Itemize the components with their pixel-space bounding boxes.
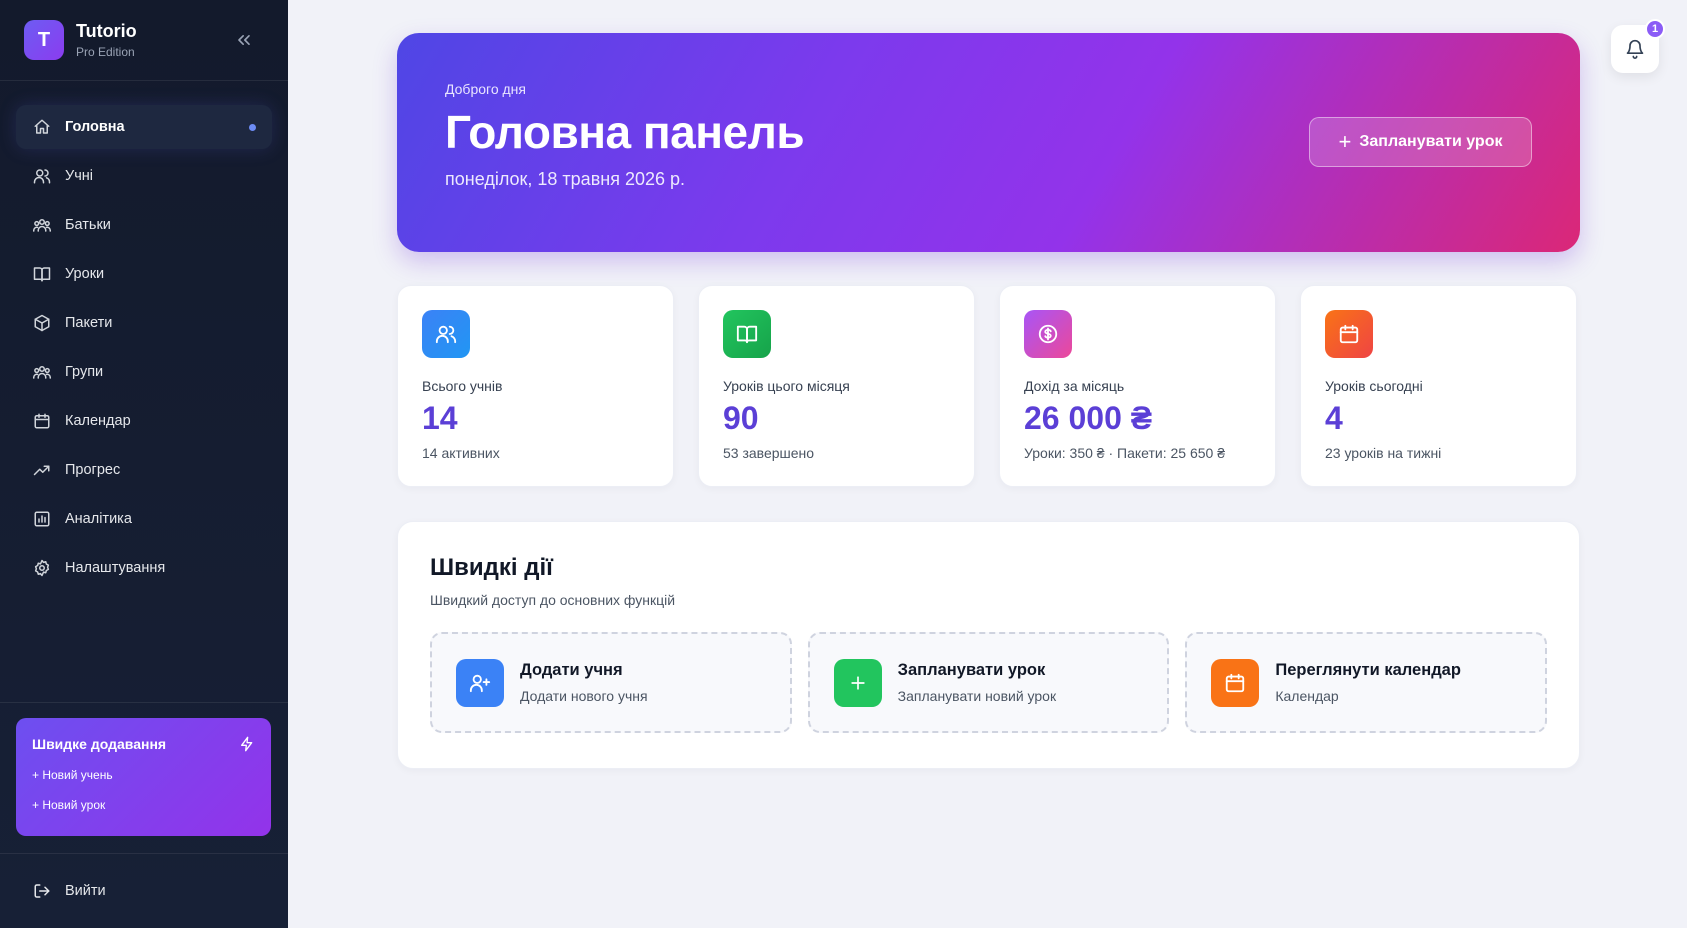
users-icon [33,167,51,185]
trending-up-icon [33,461,51,479]
sidebar-item-calendar[interactable]: Календар [16,399,272,443]
sidebar-item-students[interactable]: Учні [16,154,272,198]
logout-label: Вийти [65,883,106,899]
logout-icon [33,882,51,900]
stat-value: 26 000 ₴ [1024,400,1153,436]
quick-add-new-student[interactable]: + Новий учень [32,768,255,782]
sidebar-item-progress[interactable]: Прогрес [16,448,272,492]
book-icon [723,310,771,358]
sidebar-nav: Головна Учні Батьки Уроки Пакети Групи К… [0,81,288,590]
dollar-icon [1024,310,1072,358]
brand: T Tutorio Pro Edition [0,0,288,81]
sidebar-item-label: Батьки [65,217,111,233]
stat-subtext: 23 уроків на тижні [1325,445,1442,461]
stat-subtext: 14 активних [422,445,500,461]
quick-add-title: Швидке додавання [32,736,167,752]
lightning-icon [239,736,255,752]
sidebar-item-label: Аналітика [65,511,132,527]
sidebar-item-analytics[interactable]: Аналітика [16,497,272,541]
stat-value: 4 [1325,400,1343,436]
stat-label: Уроків сьогодні [1325,378,1423,394]
book-icon [33,265,51,283]
schedule-lesson-button[interactable]: + Запланувати урок [1309,117,1532,167]
add-student-action[interactable]: Додати учня Додати нового учня [430,632,792,733]
stat-value: 14 [422,400,458,436]
stat-card-lessons-today: Уроків сьогодні 4 23 уроків на тижні [1300,285,1577,487]
notification-count-badge: 1 [1645,19,1665,39]
quick-add-new-lesson[interactable]: + Новий урок [32,798,255,812]
sidebar-item-groups[interactable]: Групи [16,350,272,394]
bell-icon [1625,39,1645,59]
stat-subtext: Уроки: 350 ₴ · Пакети: 25 650 ₴ [1024,445,1225,461]
sidebar-item-label: Пакети [65,315,113,331]
action-title: Додати учня [520,661,623,679]
sidebar-item-label: Уроки [65,266,105,282]
notifications-button[interactable]: 1 [1611,19,1665,73]
family-icon [33,216,51,234]
sidebar-item-label: Групи [65,364,104,380]
sidebar-divider [0,853,288,854]
collapse-sidebar-icon[interactable] [234,30,254,50]
schedule-lesson-label: Запланувати урок [1359,133,1503,150]
brand-edition: Pro Edition [76,45,135,59]
sidebar-item-label: Головна [65,119,125,135]
sidebar-item-label: Календар [65,413,131,429]
action-subtitle: Додати нового учня [520,688,648,704]
stat-card-students: Всього учнів 14 14 активних [397,285,674,487]
sidebar-item-packages[interactable]: Пакети [16,301,272,345]
stat-subtext: 53 завершено [723,445,815,461]
action-subtitle: Календар [1275,688,1339,704]
logout-button[interactable]: Вийти [33,882,106,900]
quick-actions-subtitle: Швидкий доступ до основних функцій [430,592,676,608]
stat-card-income: Дохід за місяць 26 000 ₴ Уроки: 350 ₴ · … [999,285,1276,487]
sidebar-item-home[interactable]: Головна [16,105,272,149]
current-date: понеділок, 18 травня 2026 р. [445,169,686,189]
plus-icon: + [1338,129,1352,154]
brand-logo: T [24,20,64,60]
groups-icon [33,363,51,381]
sidebar-item-parents[interactable]: Батьки [16,203,272,247]
greeting-text: Доброго дня [445,81,526,97]
schedule-lesson-action[interactable]: Запланувати урок Запланувати новий урок [807,632,1170,733]
bar-chart-icon [33,510,51,528]
hero-banner: Доброго дня Головна панель понеділок, 18… [397,33,1580,252]
calendar-icon [33,412,51,430]
sidebar: T Tutorio Pro Edition Головна Учні Батьк… [0,0,288,928]
calendar-icon [1211,658,1260,707]
home-icon [33,118,51,136]
stat-label: Уроків цього місяця [723,378,850,394]
stat-value: 90 [723,400,759,436]
users-icon [422,310,470,358]
sidebar-item-label: Прогрес [65,462,121,478]
action-title: Переглянути календар [1275,661,1461,679]
quick-add-panel: Швидке додавання + Новий учень + Новий у… [16,718,271,836]
stat-card-lessons-month: Уроків цього місяця 90 53 завершено [698,285,975,487]
active-indicator-dot [249,124,256,131]
quick-actions-title: Швидкі дії [430,554,553,581]
action-subtitle: Запланувати новий урок [897,688,1057,704]
quick-actions-panel: Швидкі дії Швидкий доступ до основних фу… [397,521,1580,769]
package-icon [33,314,51,332]
sidebar-divider [0,702,288,703]
plus-icon [833,658,882,707]
view-calendar-action[interactable]: Переглянути календар Календар [1185,632,1548,733]
gear-icon [33,559,51,577]
sidebar-item-settings[interactable]: Налаштування [16,546,272,590]
calendar-icon [1325,310,1373,358]
stat-label: Дохід за місяць [1024,378,1125,394]
brand-name: Tutorio [76,21,137,41]
user-plus-icon [456,658,504,707]
action-title: Запланувати урок [897,661,1046,679]
stat-label: Всього учнів [422,378,503,394]
sidebar-item-label: Налаштування [65,560,166,576]
sidebar-item-lessons[interactable]: Уроки [16,252,272,296]
sidebar-item-label: Учні [65,168,93,184]
